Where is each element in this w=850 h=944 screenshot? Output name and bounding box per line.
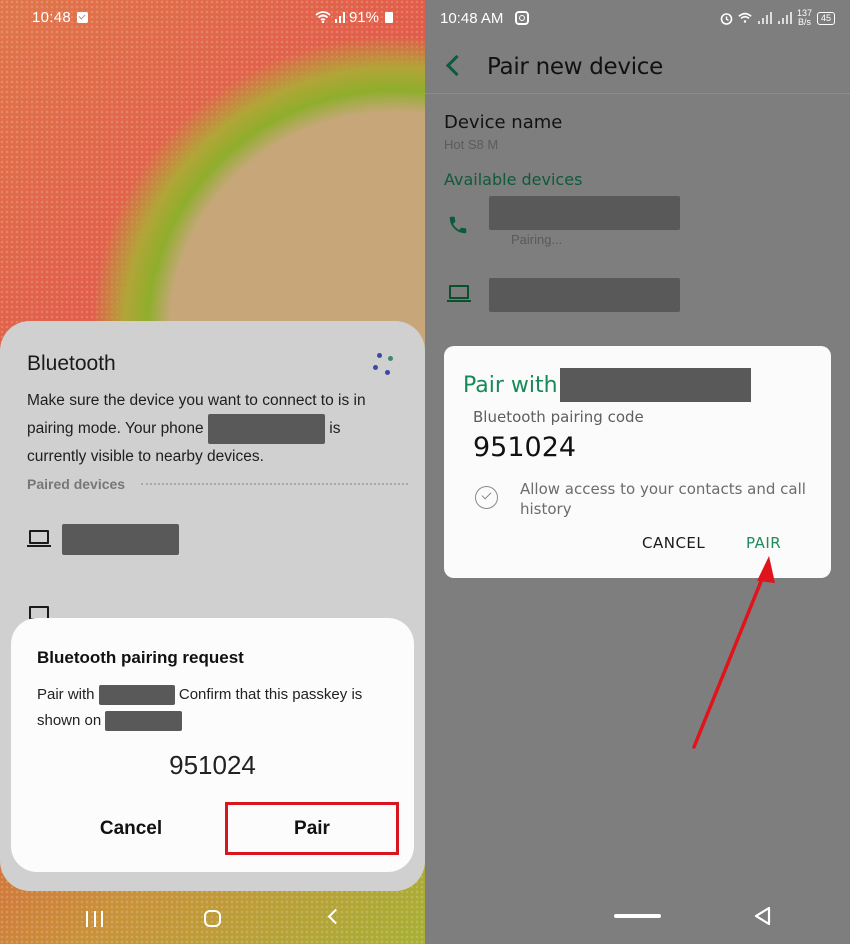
battery-icon: 45 — [816, 11, 835, 25]
instagram-icon — [515, 11, 530, 25]
redacted-device-name — [105, 711, 183, 732]
laptop-icon — [27, 529, 51, 549]
recents-icon[interactable] — [86, 911, 103, 927]
paired-device-item[interactable] — [0, 521, 425, 565]
right-phone-screen: 10:48 AM 137 B/s 45 Pair new device Devi… — [425, 0, 850, 944]
left-phone-screen: 10:48 91% Bluetooth Make sure the device… — [0, 0, 425, 944]
back-triangle-icon[interactable] — [753, 905, 773, 927]
navigation-bar — [425, 895, 850, 944]
page-title: Pair new device — [487, 54, 663, 80]
device-name-value: Hot S8 M — [444, 137, 499, 152]
redacted-phone-name — [207, 414, 325, 444]
wifi-icon — [738, 12, 752, 23]
home-pill-icon[interactable] — [614, 914, 661, 918]
contacts-access-checkbox[interactable] — [475, 486, 498, 509]
status-time: 10:48 — [32, 8, 72, 26]
network-speed: 137 B/s — [796, 8, 812, 27]
cancel-button[interactable]: Cancel — [61, 804, 201, 854]
navigation-bar — [0, 895, 425, 944]
status-time: 10:48 AM — [440, 9, 504, 27]
available-device-item[interactable] — [425, 278, 850, 314]
pairing-status: Pairing... — [511, 232, 563, 247]
battery-icon — [385, 11, 393, 23]
passkey: 951024 — [169, 750, 256, 780]
signal-icon — [334, 12, 345, 23]
pair-button[interactable]: Pair — [225, 802, 399, 855]
available-device-item[interactable]: Pairing... — [425, 196, 850, 252]
pairing-code: 951024 — [473, 432, 577, 463]
back-arrow-icon[interactable] — [445, 54, 468, 77]
pair-dialog: Pair with Bluetooth pairing code 951024 … — [444, 346, 831, 578]
paired-devices-header: Paired devices — [27, 476, 126, 492]
pairing-request-dialog: Bluetooth pairing request Pair with Conf… — [11, 618, 414, 872]
redacted-device-name — [98, 685, 175, 706]
arrow-shaft — [692, 572, 766, 749]
status-bar: 10:48 AM 137 B/s 45 — [425, 0, 850, 36]
home-icon[interactable] — [204, 910, 221, 927]
alarm-icon — [720, 12, 733, 25]
wifi-icon — [315, 11, 331, 23]
redacted-device-name — [559, 368, 751, 402]
status-bar: 10:48 91% — [0, 0, 425, 34]
dialog-title: Bluetooth pairing request — [37, 648, 244, 667]
contacts-access-label: Allow access to your contacts and call h… — [520, 480, 806, 518]
scanning-spinner-icon — [368, 351, 398, 381]
back-icon[interactable] — [327, 908, 344, 925]
notification-check-icon — [77, 11, 89, 23]
pair-button[interactable]: PAIR — [746, 534, 781, 552]
dialog-message: Pair with Confirm that this passkey is s… — [37, 682, 397, 734]
bluetooth-title: Bluetooth — [27, 352, 116, 375]
bluetooth-description: Make sure the device you want to connect… — [27, 392, 366, 465]
laptop-icon — [447, 284, 471, 304]
cancel-button[interactable]: CANCEL — [642, 534, 705, 552]
signal-icon-2 — [777, 12, 792, 24]
dialog-title: Pair with — [463, 368, 751, 402]
phone-icon — [449, 216, 467, 234]
redacted-device-name — [489, 196, 680, 230]
device-name-label: Device name — [444, 112, 563, 133]
divider — [141, 483, 408, 485]
available-devices-header: Available devices — [444, 170, 583, 189]
redacted-device-name — [62, 524, 179, 555]
pairing-code-label: Bluetooth pairing code — [473, 408, 644, 426]
redacted-device-name — [489, 278, 680, 312]
battery-percent: 91% — [348, 8, 379, 26]
signal-icon — [757, 12, 772, 24]
app-bar: Pair new device — [425, 36, 850, 94]
